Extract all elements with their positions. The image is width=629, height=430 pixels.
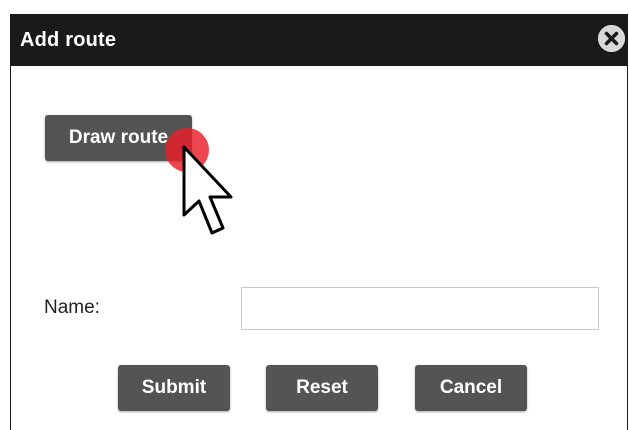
submit-button[interactable]: Submit: [118, 365, 230, 411]
dialog-title: Add route: [20, 29, 117, 51]
cancel-button[interactable]: Cancel: [415, 365, 527, 411]
draw-route-button[interactable]: Draw route: [45, 115, 192, 161]
close-icon[interactable]: [598, 25, 625, 52]
name-label: Name:: [44, 297, 100, 318]
dialog-titlebar: Add route: [11, 14, 627, 66]
name-input[interactable]: [241, 287, 599, 330]
reset-button[interactable]: Reset: [266, 365, 378, 411]
add-route-dialog: Add route Draw route Name: Submit Reset …: [10, 14, 628, 430]
